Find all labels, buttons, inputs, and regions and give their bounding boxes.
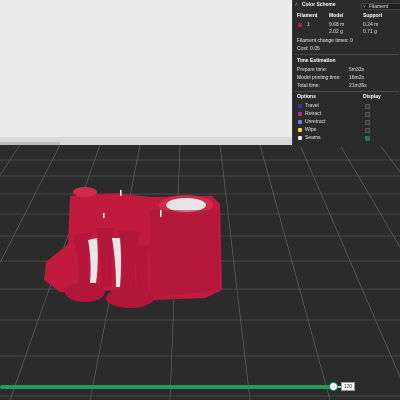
unretract-display-checkbox[interactable] (365, 120, 370, 125)
color-scheme-value: Filament (369, 4, 389, 10)
support-weight: 0.71 g (363, 29, 377, 35)
divider (295, 54, 399, 55)
model-weight: 2.02 g (329, 29, 343, 35)
color-scheme-label: Color Scheme (302, 2, 336, 8)
total-time-label: Total time: (297, 83, 320, 89)
model-bump (73, 187, 97, 197)
option-label: Unretract (305, 119, 326, 125)
total-time-value: 21m36s (349, 83, 367, 89)
filament-color-swatch (298, 23, 302, 27)
seam-marker (160, 210, 162, 217)
chevron-down-icon: ˅ (363, 4, 366, 10)
option-travel[interactable]: Travel (293, 103, 400, 110)
seam-marker (120, 190, 122, 196)
support-header: Support (363, 13, 383, 19)
wipe-color-swatch (298, 128, 302, 132)
option-unretract[interactable]: Unretract (293, 119, 400, 126)
option-label: Retract (305, 111, 322, 117)
option-retract[interactable]: Retract (293, 111, 400, 118)
prepare-time-value: 5m33s (349, 67, 365, 73)
support-length: 0.24 m (363, 22, 379, 28)
gcode-legend-panel: ˄ Color Scheme ˅ Filament Filament Model… (292, 0, 400, 147)
filament-change-times: Filament change times: 0 (297, 38, 353, 44)
seam-marker (103, 213, 105, 218)
model-header: Model (329, 13, 344, 19)
filament-index: 1 (307, 22, 310, 28)
travel-display-checkbox[interactable] (365, 104, 370, 109)
seams-display-checkbox[interactable] (365, 136, 370, 141)
display-header: Display (363, 94, 381, 100)
model-printing-time-value: 16m2s (349, 75, 365, 81)
model-cylinder-hole (166, 198, 206, 212)
time-estimation-header: Time Estimation (297, 58, 336, 64)
layer-slider-value: 120 (341, 382, 355, 391)
color-scheme-dropdown[interactable]: ˅ Filament (361, 3, 400, 10)
unretract-color-swatch (298, 120, 302, 124)
option-label: Travel (305, 103, 319, 109)
wipe-display-checkbox[interactable] (365, 128, 370, 133)
retract-display-checkbox[interactable] (365, 112, 370, 117)
layer-slider-thumb[interactable] (329, 382, 338, 391)
model-length: 9.68 m (329, 22, 345, 28)
option-label: Wipe (305, 127, 317, 133)
sliced-model[interactable] (44, 187, 222, 308)
plate-logo-strip (0, 142, 60, 145)
option-wipe[interactable]: Wipe (293, 127, 400, 134)
options-header: Options (297, 94, 316, 100)
collapse-icon[interactable]: ˄ (295, 2, 298, 8)
option-seams[interactable]: Seams (293, 135, 400, 142)
prepare-time-label: Prepare time: (297, 67, 328, 73)
divider (295, 91, 399, 92)
option-label: Seams (305, 135, 321, 141)
model-printing-time-label: Model printing time: (297, 75, 341, 81)
color-scheme-row: ˄ Color Scheme ˅ Filament (293, 2, 400, 10)
layer-slider-track[interactable] (0, 385, 337, 389)
model-shade (150, 210, 220, 298)
seams-color-swatch (298, 136, 302, 140)
cost: Cost: 0.05 (297, 46, 320, 52)
filament-header: Filament (297, 13, 318, 19)
travel-color-swatch (298, 104, 302, 108)
retract-color-swatch (298, 112, 302, 116)
